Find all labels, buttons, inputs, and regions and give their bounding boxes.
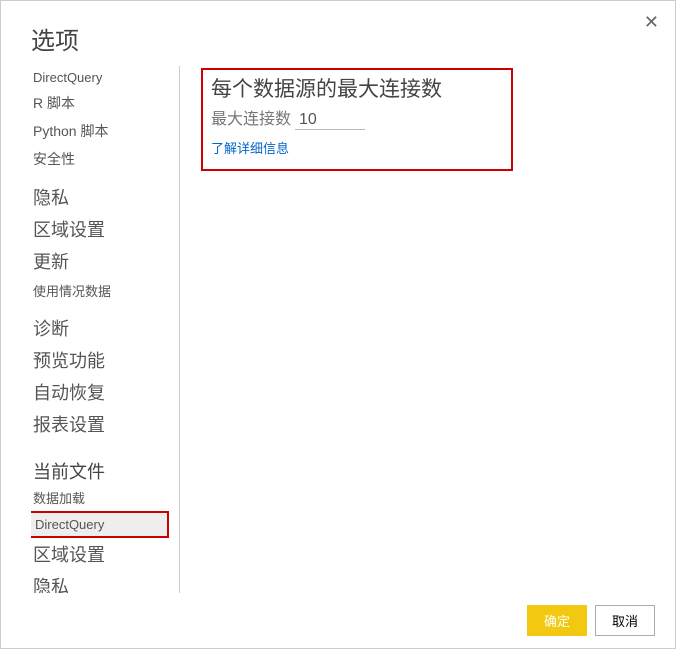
sidebar-item-file-1[interactable]: DirectQuery bbox=[31, 511, 169, 538]
max-connections-section: 每个数据源的最大连接数 最大连接数 了解详细信息 bbox=[201, 68, 513, 171]
close-icon[interactable]: ✕ bbox=[640, 9, 663, 35]
ok-button[interactable]: 确定 bbox=[527, 605, 587, 636]
max-conn-label: 最大连接数 bbox=[211, 105, 291, 129]
sidebar-item-global-5[interactable]: 区域设置 bbox=[31, 213, 167, 245]
sidebar-item-global-8[interactable]: 诊断 bbox=[31, 312, 167, 344]
cancel-button[interactable]: 取消 bbox=[595, 605, 655, 636]
dialog-body: DirectQueryR 脚本Python 脚本安全性隐私区域设置更新使用情况数… bbox=[1, 66, 675, 593]
sidebar-item-global-11[interactable]: 报表设置 bbox=[31, 408, 167, 440]
max-conn-input[interactable] bbox=[295, 111, 365, 130]
sidebar-item-global-10[interactable]: 自动恢复 bbox=[31, 376, 167, 408]
sidebar-item-global-3[interactable]: 安全性 bbox=[31, 145, 167, 173]
sidebar-item-file-0[interactable]: 数据加载 bbox=[31, 484, 167, 511]
sidebar-item-file-2[interactable]: 区域设置 bbox=[31, 538, 167, 570]
options-dialog: ✕ 选项 DirectQueryR 脚本Python 脚本安全性隐私区域设置更新… bbox=[0, 0, 676, 649]
sidebar-item-global-0[interactable]: DirectQuery bbox=[31, 66, 167, 89]
sidebar-wrap: DirectQueryR 脚本Python 脚本安全性隐私区域设置更新使用情况数… bbox=[31, 66, 181, 593]
learn-more-link[interactable]: 了解详细信息 bbox=[211, 138, 289, 157]
field-row: 最大连接数 bbox=[211, 105, 503, 130]
content-panel: 每个数据源的最大连接数 最大连接数 了解详细信息 bbox=[181, 66, 675, 593]
dialog-title: 选项 bbox=[1, 1, 675, 66]
sidebar-item-global-1[interactable]: R 脚本 bbox=[31, 89, 167, 117]
sidebar-item-global-7[interactable]: 使用情况数据 bbox=[31, 277, 167, 304]
divider bbox=[179, 66, 180, 593]
section-title: 每个数据源的最大连接数 bbox=[211, 76, 503, 103]
sidebar-item-global-4[interactable]: 隐私 bbox=[31, 181, 167, 213]
sidebar[interactable]: DirectQueryR 脚本Python 脚本安全性隐私区域设置更新使用情况数… bbox=[31, 66, 171, 593]
sidebar-item-file-3[interactable]: 隐私 bbox=[31, 570, 167, 593]
sidebar-item-global-2[interactable]: Python 脚本 bbox=[31, 117, 167, 145]
sidebar-item-global-9[interactable]: 预览功能 bbox=[31, 344, 167, 376]
dialog-footer: 确定 取消 bbox=[1, 593, 675, 648]
sidebar-item-global-6[interactable]: 更新 bbox=[31, 245, 167, 277]
sidebar-header-current-file: 当前文件 bbox=[31, 448, 167, 484]
